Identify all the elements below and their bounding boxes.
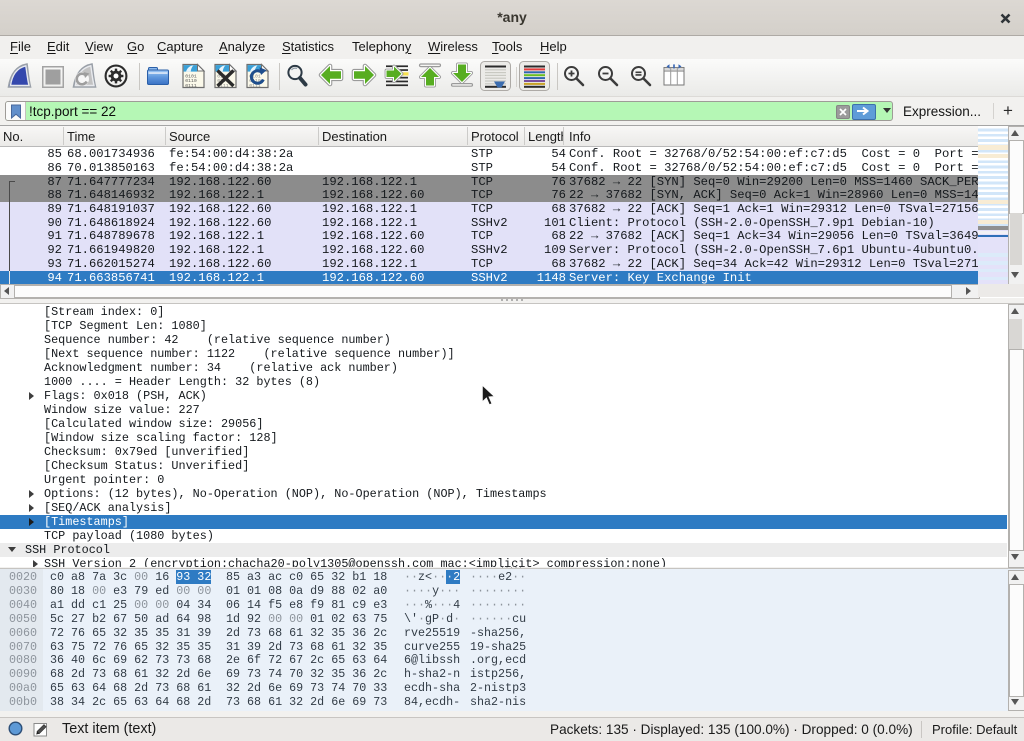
svg-text:0111: 0111 <box>185 83 197 89</box>
